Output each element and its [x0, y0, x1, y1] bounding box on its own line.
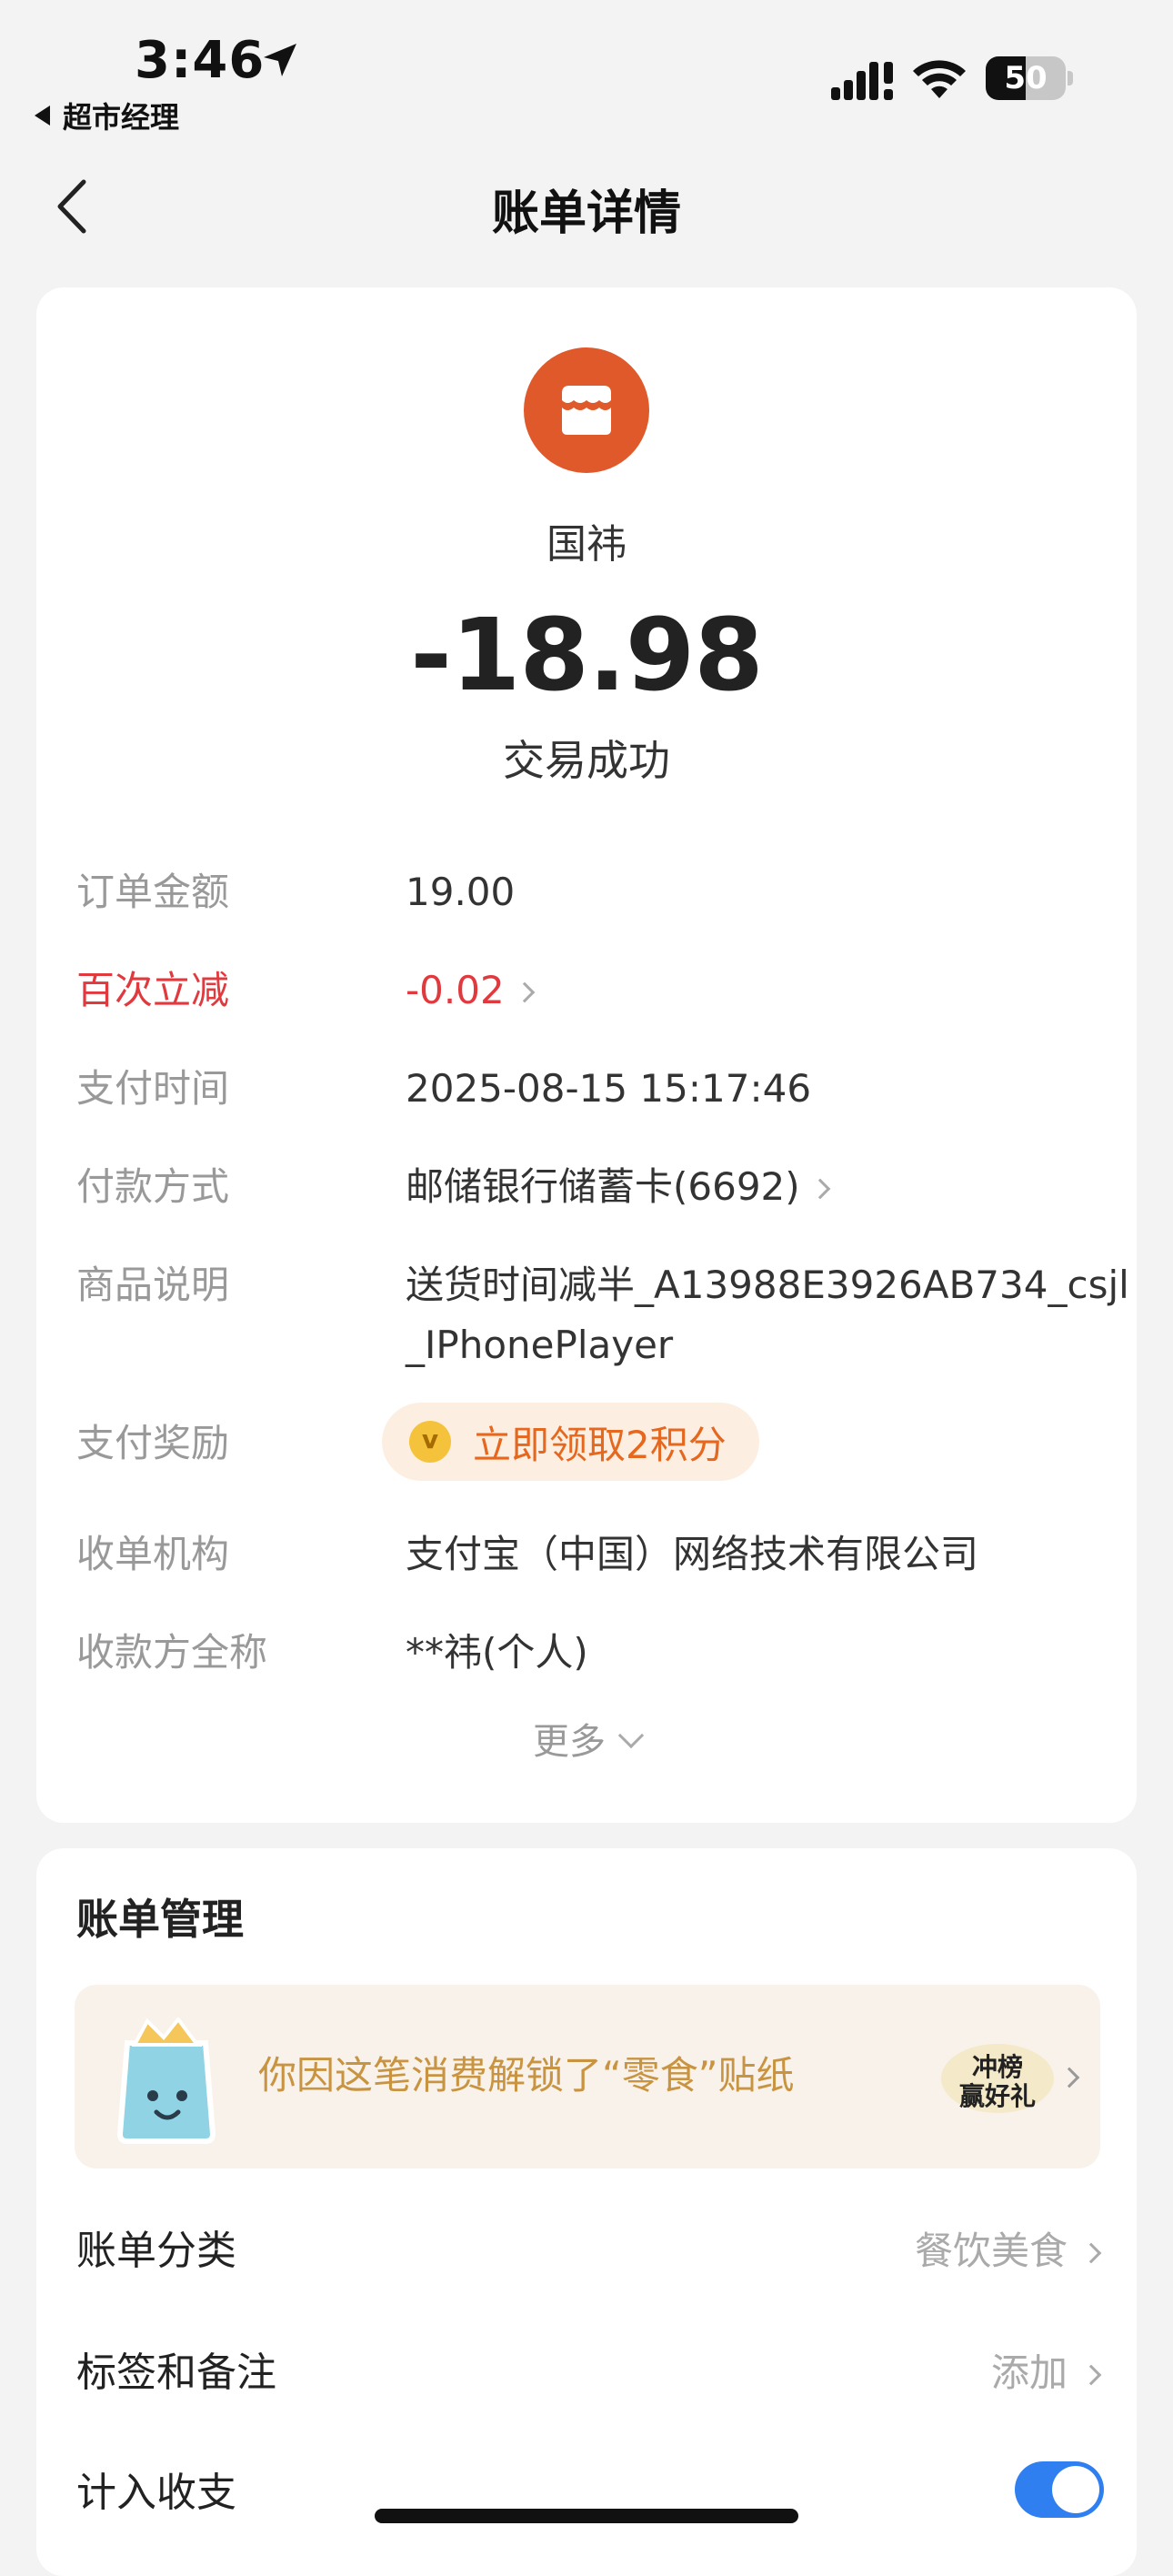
points-coin-icon	[409, 1421, 451, 1463]
detail-label: 收款方全称	[76, 1630, 268, 1675]
merchant-name: 国祎	[546, 521, 627, 568]
detail-label: 付款方式	[76, 1164, 230, 1209]
detail-label: 百次立减	[76, 968, 230, 1012]
back-triangle-icon	[35, 106, 50, 126]
rank-prize-badge-icon: 冲榜 赢好礼	[941, 2044, 1054, 2113]
back-to-app-link[interactable]: 超市经理	[35, 95, 179, 136]
toggle-knob	[1052, 2466, 1099, 2513]
bill-category-row[interactable]: 账单分类 餐饮美食	[76, 2219, 1104, 2283]
detail-value: **祎(个人)	[406, 1630, 588, 1675]
chevron-right-icon	[1080, 2242, 1102, 2264]
chevron-down-icon	[617, 1722, 645, 1749]
chevron-right-icon	[809, 1178, 830, 1200]
battery-icon: 50	[986, 56, 1073, 100]
sticker-badge-line-1: 冲榜	[972, 2052, 1023, 2082]
cellular-signal-icon	[831, 62, 893, 100]
bill-category-label: 账单分类	[76, 2228, 236, 2274]
sticker-badge-line-2: 赢好礼	[959, 2081, 1036, 2111]
bill-category-value: 餐饮美食	[914, 2229, 1068, 2273]
detail-label: 支付时间	[76, 1066, 230, 1111]
page-title: 账单详情	[491, 186, 681, 241]
chevron-right-icon	[1080, 2364, 1102, 2386]
shop-icon	[524, 347, 649, 473]
sticker-unlock-banner[interactable]: 你因这笔消费解锁了“零食”贴纸 冲榜 赢好礼	[75, 1985, 1100, 2168]
transaction-amount: -18.98	[410, 597, 764, 713]
battery-level: 50	[1004, 60, 1048, 96]
detail-label: 支付奖励	[76, 1421, 230, 1465]
tags-notes-row[interactable]: 标签和备注 添加	[76, 2341, 1104, 2405]
chevron-right-icon	[514, 981, 535, 1003]
detail-label: 商品说明	[76, 1263, 230, 1307]
detail-label: 收单机构	[76, 1532, 230, 1576]
claim-points-button[interactable]: 立即领取2积分	[382, 1403, 759, 1481]
detail-value: 支付宝（中国）网络技术有限公司	[406, 1532, 979, 1576]
back-app-label: 超市经理	[63, 100, 180, 135]
sticker-text: 你因这笔消费解锁了“零食”贴纸	[258, 2053, 795, 2098]
location-arrow-icon	[264, 44, 296, 76]
detail-value: 送货时间减半_A13988E3926AB734_csjl_IPhonePlaye…	[406, 1263, 1129, 1367]
more-button[interactable]: 更多	[36, 1712, 1137, 1765]
bill-detail-card: 国祎 -18.98 交易成功 订单金额 19.00 百次立减 -0.02 支付时…	[36, 287, 1137, 1823]
tags-notes-value: 添加	[990, 2350, 1068, 2395]
claim-points-label: 立即领取2积分	[473, 1422, 727, 1467]
bill-management-card: 账单管理 你因这笔消费解锁了“零食”贴纸 冲榜 赢好礼 账单分类 餐饮美食 标签…	[36, 1848, 1137, 2576]
include-in-stats-toggle[interactable]	[1015, 2461, 1104, 2518]
more-label: 更多	[533, 1721, 606, 1763]
detail-value: 19.00	[406, 870, 516, 914]
section-title: 账单管理	[76, 1895, 244, 1944]
clock: 3:46	[135, 31, 266, 90]
detail-label: 订单金额	[76, 870, 230, 914]
snack-bag-sticker-icon	[116, 2018, 216, 2144]
transaction-status: 交易成功	[503, 736, 670, 785]
detail-value: 邮储银行储蓄卡(6692)	[406, 1164, 800, 1209]
wifi-icon	[913, 60, 966, 98]
chevron-right-icon	[1058, 2067, 1080, 2088]
detail-value: -0.02	[406, 968, 505, 1012]
include-in-stats-label: 计入收支	[76, 2470, 236, 2516]
detail-value: 2025-08-15 15:17:46	[406, 1066, 812, 1111]
home-indicator[interactable]	[375, 2509, 798, 2523]
tags-notes-label: 标签和备注	[76, 2350, 276, 2396]
status-bar: 3:46 超市经理 50	[0, 0, 1173, 146]
